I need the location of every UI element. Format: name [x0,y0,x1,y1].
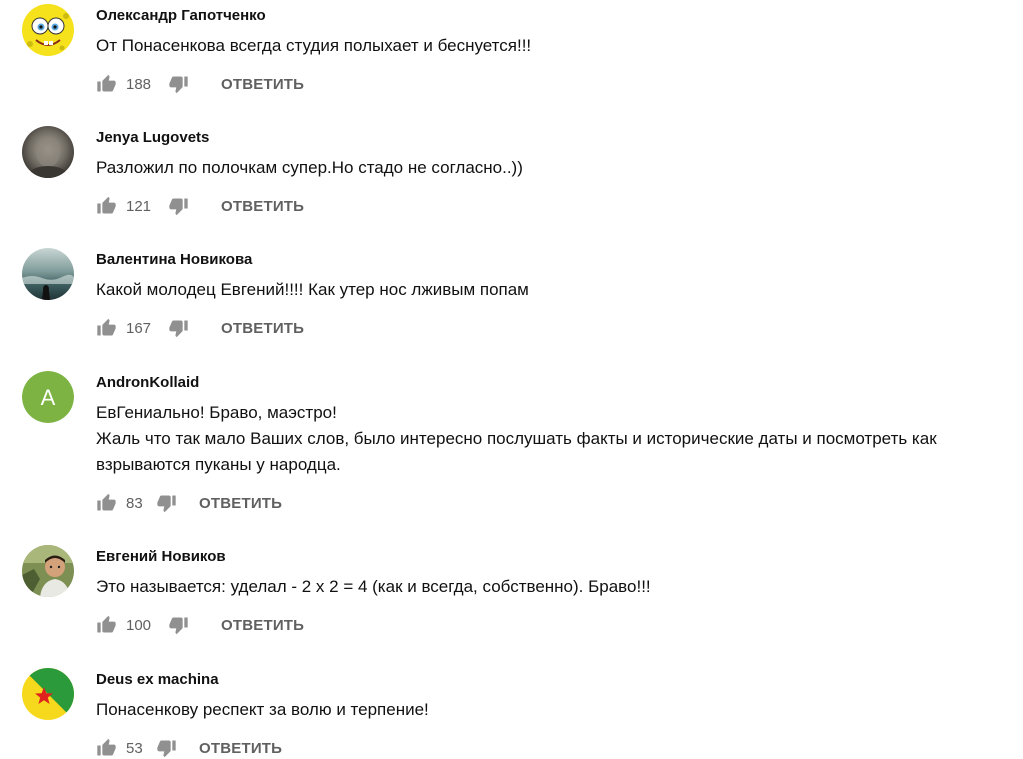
comment-author[interactable]: Олександр Гапотченко [96,7,266,24]
comment-actions: 53 ОТВЕТИТЬ [96,736,282,759]
comment-actions: 100 ОТВЕТИТЬ [96,613,304,637]
letter-avatar: A [22,371,74,423]
thumbs-down-icon[interactable] [168,318,189,338]
comment-text-line: Какой молодец Евгений!!!! Как утер нос л… [96,280,529,299]
comment-text: Какой молодец Евгений!!!! Как утер нос л… [96,277,1023,303]
sea-photo-avatar [22,248,74,300]
avatar[interactable] [22,248,74,300]
reply-button[interactable]: ОТВЕТИТЬ [199,495,282,512]
person-photo-avatar [22,545,74,597]
like-count: 121 [126,197,152,215]
comment-text-line: взрываются пуканы у народца. [96,455,341,474]
spongebob-avatar [22,4,74,56]
thumbs-up-icon[interactable] [96,318,117,338]
flag-avatar [22,668,74,720]
like-count: 100 [126,616,152,634]
photo-avatar [22,126,74,178]
reply-button[interactable]: ОТВЕТИТЬ [221,617,304,634]
like-count: 53 [126,739,143,757]
thumbs-up-icon[interactable] [96,493,117,513]
reply-button[interactable]: ОТВЕТИТЬ [221,76,304,93]
comment-author[interactable]: Jenya Lugovets [96,129,209,146]
comment-list: Олександр Гапотченко От Понасенкова всег… [0,0,1023,759]
thumbs-down-icon[interactable] [168,615,189,635]
comment-author[interactable]: Евгений Новиков [96,548,226,565]
reply-button[interactable]: ОТВЕТИТЬ [199,740,282,757]
comment-text-line: От Понасенкова всегда студия полыхает и … [96,36,532,55]
comment-text-line: Это называется: уделал - 2 х 2 = 4 (как … [96,577,651,596]
avatar[interactable] [22,668,74,720]
comment-text-line: Понасенкову респект за волю и терпение! [96,700,429,719]
comment-actions: 167 ОТВЕТИТЬ [96,316,304,340]
comment-text: Разложил по полочкам супер.Но стадо не с… [96,155,1023,181]
thumbs-up-icon[interactable] [96,738,117,758]
comment-text-line: ЕвГениально! Браво, маэстро! [96,403,337,422]
avatar[interactable] [22,126,74,178]
reply-button[interactable]: ОТВЕТИТЬ [221,320,304,337]
thumbs-up-icon[interactable] [96,196,117,216]
comment-author[interactable]: AndronKollaid [96,374,199,391]
avatar[interactable] [22,4,74,56]
thumbs-down-icon[interactable] [156,738,177,758]
comment-text-line: Разложил по полочкам супер.Но стадо не с… [96,158,523,177]
comment-author[interactable]: Deus ex machina [96,671,219,688]
reply-button[interactable]: ОТВЕТИТЬ [221,198,304,215]
comment-actions: 83 ОТВЕТИТЬ [96,491,282,515]
avatar-letter: A [41,385,56,410]
avatar[interactable] [22,545,74,597]
comment-text: Понасенкову респект за волю и терпение! [96,697,1023,723]
like-count: 188 [126,75,152,93]
comment-text-line: Жаль что так мало Ваших слов, было интер… [96,429,937,448]
like-count: 83 [126,494,143,512]
comment-text: Это называется: уделал - 2 х 2 = 4 (как … [96,574,1023,600]
thumbs-down-icon[interactable] [168,196,189,216]
comment-actions: 121 ОТВЕТИТЬ [96,194,304,218]
comment-author[interactable]: Валентина Новикова [96,251,252,268]
thumbs-down-icon[interactable] [168,74,189,94]
comment-text: От Понасенкова всегда студия полыхает и … [96,33,1023,59]
like-count: 167 [126,319,152,337]
comment-text: ЕвГениально! Браво, маэстро! Жаль что та… [96,400,1023,478]
thumbs-down-icon[interactable] [156,493,177,513]
avatar[interactable]: A [22,371,74,423]
thumbs-up-icon[interactable] [96,74,117,94]
comment-actions: 188 ОТВЕТИТЬ [96,72,304,96]
thumbs-up-icon[interactable] [96,615,117,635]
